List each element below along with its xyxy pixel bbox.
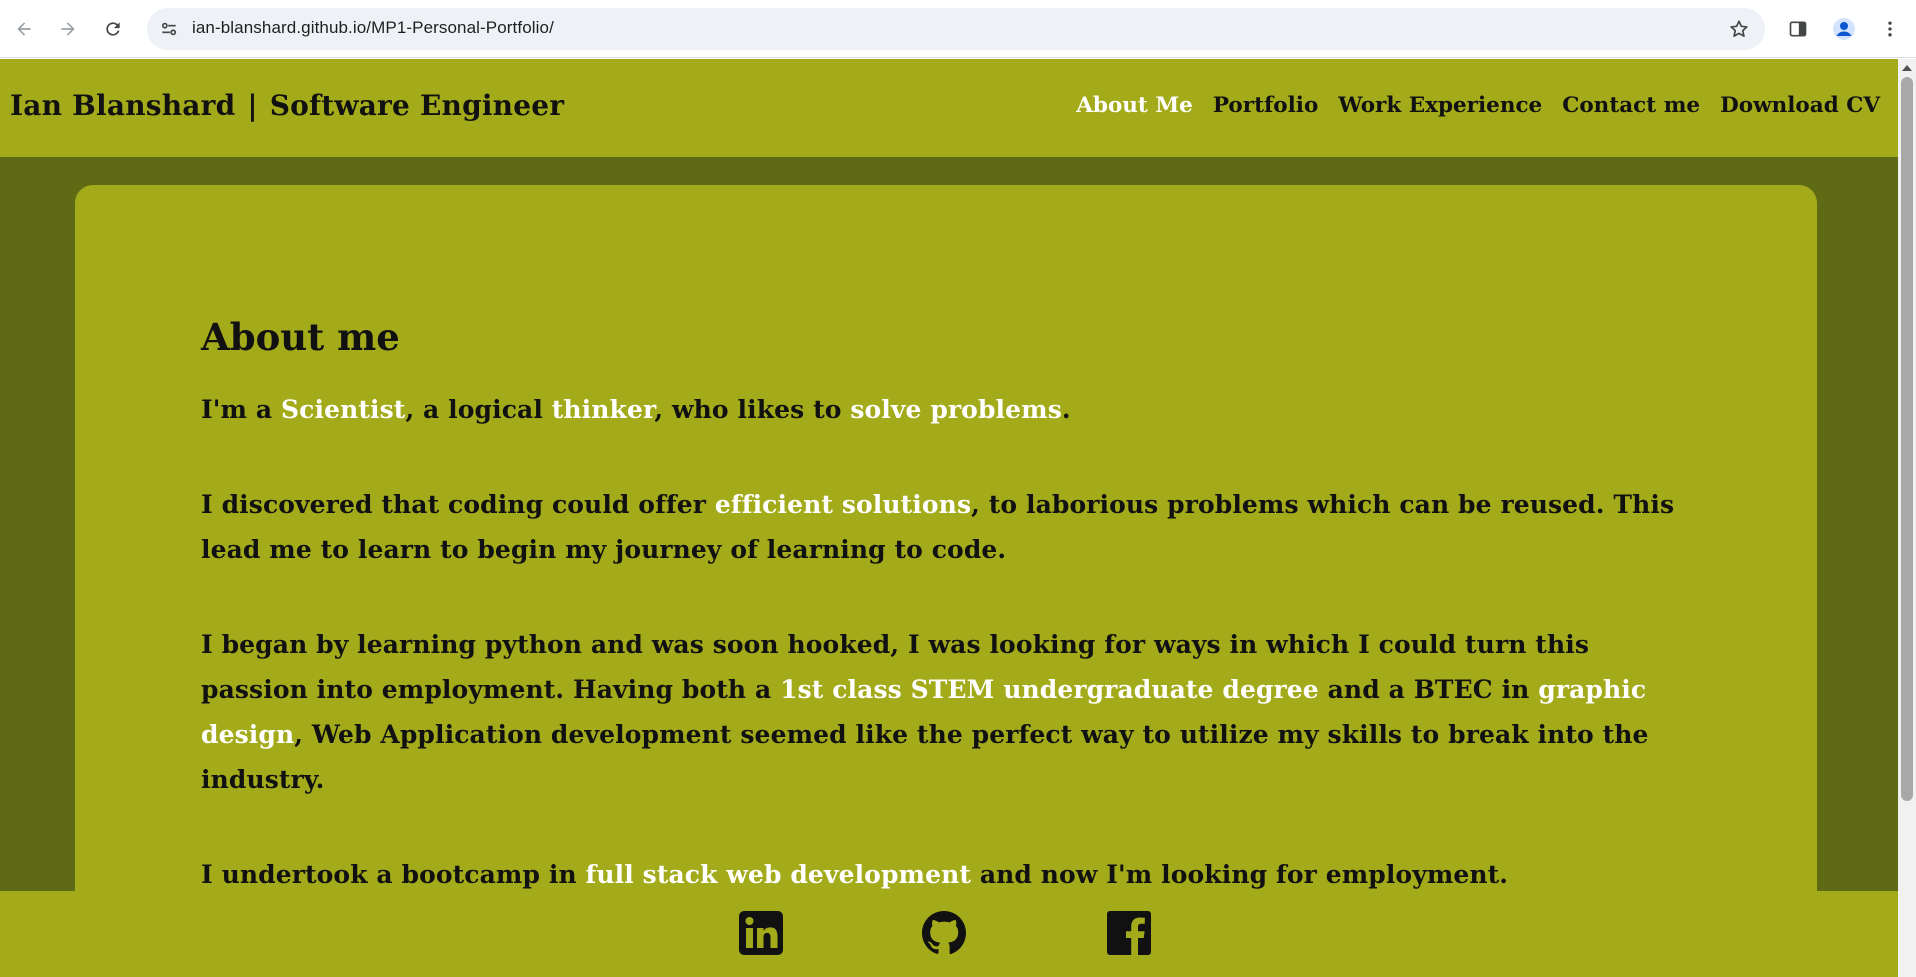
facebook-link[interactable] — [1103, 907, 1155, 959]
bookmark-star-icon[interactable] — [1727, 17, 1751, 41]
reload-icon — [106, 22, 120, 36]
highlight-full-stack: full stack web development — [585, 860, 972, 889]
menu-button[interactable] — [1875, 14, 1905, 44]
text: and now I'm looking for employment. — [971, 860, 1509, 889]
site-info-icon[interactable] — [157, 17, 181, 41]
arrow-right-icon — [61, 22, 75, 36]
about-card: About me I'm a Scientist, a logical thin… — [75, 185, 1817, 965]
brand-name: Ian Blanshard — [10, 89, 236, 122]
text: , who likes to — [654, 395, 851, 424]
brand-role: Software Engineer — [269, 89, 565, 122]
main-nav: About Me Portfolio Work Experience Conta… — [1076, 93, 1880, 118]
about-content: About me I'm a Scientist, a logical thin… — [201, 315, 1701, 947]
nav-contact-me[interactable]: Contact me — [1562, 93, 1700, 118]
about-paragraph-1: I'm a Scientist, a logical thinker, who … — [201, 387, 1701, 432]
text: I'm a — [201, 395, 282, 424]
linkedin-icon — [739, 911, 783, 955]
forward-button[interactable] — [53, 14, 83, 44]
profile-button[interactable] — [1829, 14, 1859, 44]
site-brand[interactable]: Ian Blanshard | Software Engineer — [10, 89, 564, 122]
scroll-thumb[interactable] — [1901, 77, 1913, 801]
browser-toolbar: ian-blanshard.github.io/MP1-Personal-Por… — [0, 0, 1916, 58]
page-scrollbar[interactable] — [1898, 59, 1916, 977]
facebook-icon — [1107, 911, 1151, 955]
avatar-icon — [1833, 18, 1855, 40]
about-paragraph-3: I began by learning python and was soon … — [201, 622, 1701, 802]
site-header: Ian Blanshard | Software Engineer About Me… — [0, 59, 1898, 157]
highlight-efficient-solutions: efficient solutions — [714, 490, 972, 519]
highlight-thinker: thinker — [551, 395, 655, 424]
nav-portfolio[interactable]: Portfolio — [1213, 93, 1318, 118]
reload-button[interactable] — [98, 14, 128, 44]
url-text[interactable]: ian-blanshard.github.io/MP1-Personal-Por… — [192, 18, 554, 38]
arrow-left-icon — [17, 22, 31, 36]
linkedin-link[interactable] — [735, 907, 787, 959]
highlight-solve-problems: solve problems — [850, 395, 1062, 424]
brand-separator: | — [247, 89, 258, 122]
github-icon — [922, 911, 966, 955]
about-title: About me — [201, 315, 400, 359]
text: and a BTEC in — [1318, 675, 1539, 704]
text: I undertook a bootcamp in — [201, 860, 586, 889]
side-panel-icon — [1789, 21, 1807, 37]
side-panel-button[interactable] — [1783, 14, 1813, 44]
nav-work-experience[interactable]: Work Experience — [1338, 93, 1542, 118]
highlight-scientist: Scientist — [281, 395, 406, 424]
page-viewport: Ian Blanshard | Software Engineer About Me… — [0, 59, 1898, 977]
site-footer — [0, 891, 1898, 977]
text: I discovered that coding could offer — [201, 490, 715, 519]
scroll-up-arrow-icon[interactable] — [1902, 65, 1912, 71]
github-link[interactable] — [918, 907, 970, 959]
nav-download-cv[interactable]: Download CV — [1720, 93, 1880, 118]
about-paragraph-2: I discovered that coding could offer eff… — [201, 482, 1701, 572]
text: . — [1061, 395, 1071, 424]
nav-about-me[interactable]: About Me — [1076, 93, 1193, 118]
highlight-stem-degree: 1st class STEM undergraduate degree — [780, 675, 1319, 704]
back-button[interactable] — [9, 14, 39, 44]
text: , a logical — [405, 395, 552, 424]
text: , Web Application development seemed lik… — [201, 720, 1649, 794]
more-vert-icon — [1888, 21, 1892, 37]
address-bar[interactable]: ian-blanshard.github.io/MP1-Personal-Por… — [147, 8, 1765, 50]
